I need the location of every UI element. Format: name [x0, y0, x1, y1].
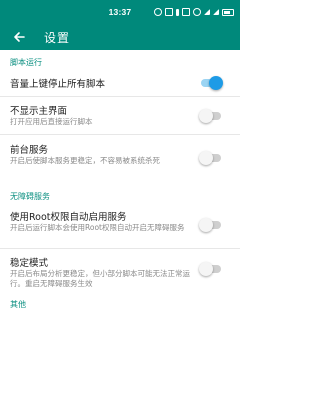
- setting-root-auto-enable[interactable]: 使用Root权限自动启用服务 开启后运行脚本会使用Root权限自动开启无障碍服务: [0, 205, 240, 251]
- status-bar: 13:37: [0, 0, 240, 24]
- back-button[interactable]: [4, 24, 34, 50]
- switch-thumb: [199, 218, 213, 232]
- status-time: 13:37: [108, 7, 132, 17]
- switch-thumb: [199, 109, 213, 123]
- arrow-left-icon: [14, 32, 25, 42]
- setting-title: 使用Root权限自动启用服务: [10, 212, 127, 223]
- wifi-icon: [204, 9, 210, 15]
- setting-volume-stop[interactable]: 音量上键停止所有脚本: [0, 70, 240, 94]
- bluetooth-icon: [176, 8, 179, 16]
- divider: [0, 248, 240, 249]
- section-header-script-run: 脚本运行: [10, 58, 42, 67]
- switch-thumb: [199, 262, 213, 276]
- setting-foreground-service[interactable]: 前台服务 开启后使脚本服务更稳定，不容易被系统杀死: [0, 136, 240, 182]
- status-icons: [154, 0, 234, 24]
- signal-icon: [213, 9, 219, 15]
- switch-thumb: [199, 151, 213, 165]
- setting-title: 前台服务: [10, 145, 49, 156]
- setting-stable-mode[interactable]: 稳定模式 开启后布局分析更稳定，但小部分脚本可能无法正常运行。重启无障碍服务生效: [0, 251, 240, 297]
- setting-subtitle: 开启后布局分析更稳定，但小部分脚本可能无法正常运行。重启无障碍服务生效: [10, 269, 190, 288]
- toggle-switch-root-auto-enable[interactable]: [199, 218, 223, 232]
- alarm-icon: [193, 8, 201, 16]
- app-bar: 设置: [0, 24, 240, 50]
- divider: [0, 96, 240, 97]
- toggle-switch-volume-stop[interactable]: [199, 76, 223, 90]
- switch-thumb: [209, 76, 223, 90]
- vibrate-icon: [182, 8, 190, 16]
- toggle-switch-foreground-service[interactable]: [199, 151, 223, 165]
- setting-subtitle: 开启后运行脚本会使用Root权限自动开启无障碍服务: [10, 223, 185, 232]
- notification-icon: [154, 8, 162, 16]
- setting-subtitle: 打开应用后直接运行脚本: [10, 117, 93, 126]
- toggle-switch-stable-mode[interactable]: [199, 262, 223, 276]
- divider: [0, 134, 240, 135]
- toggle-switch-hide-main-ui[interactable]: [199, 109, 223, 123]
- section-header-other: 其他: [10, 300, 26, 309]
- battery-icon: [222, 8, 234, 16]
- page-title: 设置: [44, 30, 71, 45]
- setting-title: 音量上键停止所有脚本: [10, 79, 106, 90]
- setting-title: 稳定模式: [10, 258, 49, 269]
- setting-subtitle: 开启后使脚本服务更稳定，不容易被系统杀死: [10, 156, 160, 165]
- section-header-accessibility: 无障碍服务: [10, 192, 50, 201]
- nfc-icon: [165, 8, 173, 16]
- setting-hide-main-ui[interactable]: 不显示主界面 打开应用后直接运行脚本: [0, 98, 240, 132]
- setting-title: 不显示主界面: [10, 106, 68, 117]
